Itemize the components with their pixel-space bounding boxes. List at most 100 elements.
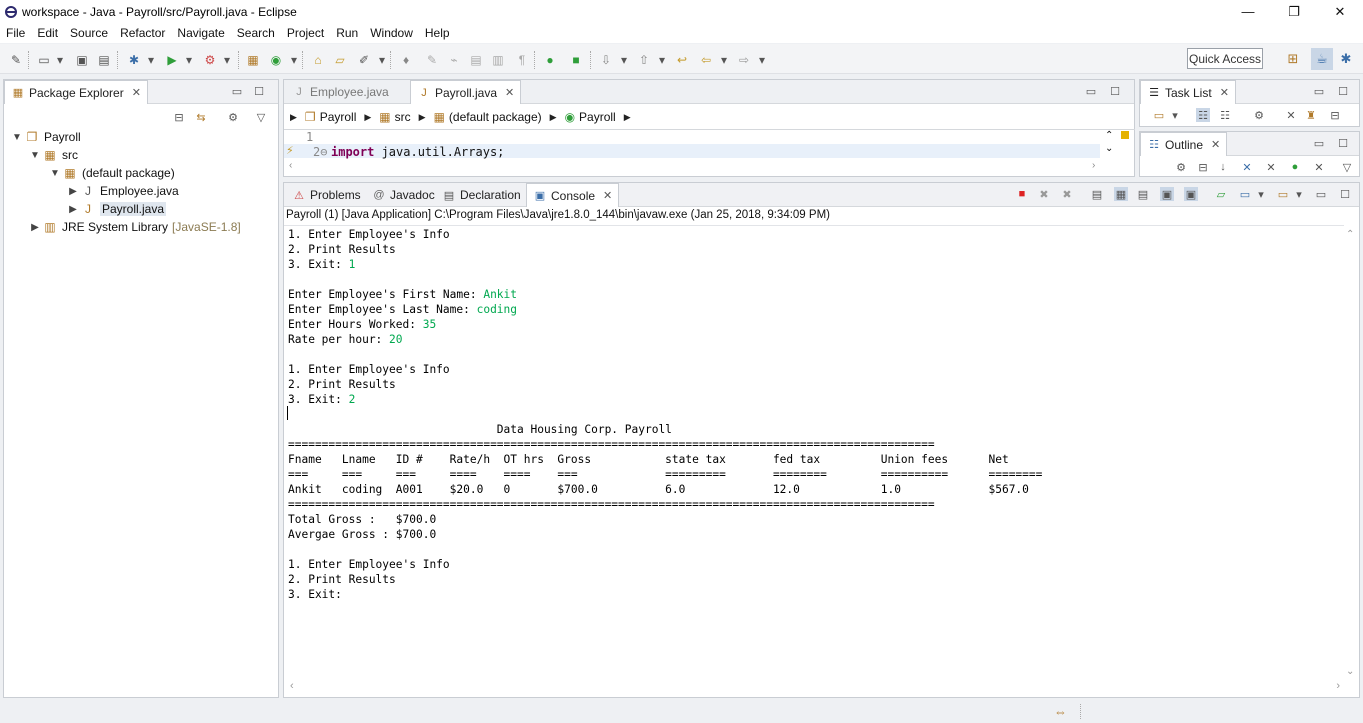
console-vertical-scrollbar[interactable]: ⌃ ⌄ (1344, 227, 1358, 679)
open-console-icon[interactable]: ▭ (1276, 187, 1290, 201)
new-task-icon[interactable]: ▭ (1152, 108, 1166, 122)
dropdown-arrow-icon[interactable]: ▾ (654, 52, 670, 68)
tab-package-explorer[interactable]: ▦ Package Explorer ✕ (4, 80, 148, 104)
debug-icon[interactable]: ✱ (126, 52, 142, 68)
debug-perspective-icon[interactable]: ✱ (1335, 48, 1357, 70)
close-icon[interactable]: ✕ (1220, 86, 1229, 99)
quick-fix-icon[interactable]: ⚡ (286, 144, 294, 157)
clear-console-icon[interactable]: ▤ (1090, 187, 1104, 201)
tree-item-employee-java[interactable]: ▶ J Employee.java (66, 182, 179, 200)
close-icon[interactable]: ✕ (1211, 138, 1220, 151)
new-icon[interactable]: ▭ (36, 52, 52, 68)
terminal-icon[interactable]: ■ (568, 52, 584, 68)
view-menu-icon[interactable]: ▽ (1340, 160, 1354, 174)
scroll-down-icon[interactable]: ⌄ (1105, 143, 1113, 154)
restore-button[interactable]: ❐ (1271, 0, 1317, 23)
scroll-up-icon[interactable]: ⌃ (1346, 229, 1354, 240)
progress-icon[interactable]: ⇔ (1054, 704, 1067, 719)
tree-item-default-package[interactable]: ▼ ▦ (default package) (48, 164, 175, 182)
dropdown-arrow-icon[interactable]: ▾ (1168, 108, 1182, 122)
whitespace-icon[interactable]: ▥ (490, 52, 506, 68)
remove-launch-icon[interactable]: ✖ (1037, 187, 1051, 201)
dropdown-arrow-icon[interactable]: ▾ (754, 52, 770, 68)
dropdown-arrow-icon[interactable]: ▾ (616, 52, 632, 68)
green-dot-icon[interactable]: ● (542, 52, 558, 68)
search-icon[interactable]: ✐ (356, 52, 372, 68)
collapsed-icon[interactable]: ▶ (66, 204, 80, 215)
menu-search[interactable]: Search (231, 26, 281, 40)
show-on-stderr-icon[interactable]: ▣ (1184, 187, 1198, 201)
close-icon[interactable]: ✕ (603, 189, 612, 202)
view-menu-icon[interactable]: ▽ (254, 110, 268, 124)
menu-run[interactable]: Run (330, 26, 364, 40)
hide-static-icon[interactable]: ✕ (1264, 160, 1278, 174)
dropdown-arrow-icon[interactable]: ▾ (219, 52, 235, 68)
tree-item-src[interactable]: ▼ ▦ src (28, 146, 78, 164)
minimize-view-icon[interactable]: ▭ (230, 84, 244, 98)
show-on-stdout-icon[interactable]: ▣ (1160, 187, 1174, 201)
menu-source[interactable]: Source (64, 26, 114, 40)
hide-completed-icon[interactable]: ✕ (1284, 108, 1298, 122)
collapsed-icon[interactable]: ▶ (66, 186, 80, 197)
scroll-lock-icon[interactable]: ▦ (1114, 187, 1128, 201)
open-type-icon[interactable]: ⌂ (310, 52, 326, 68)
minimize-view-icon[interactable]: ▭ (1312, 136, 1326, 150)
collapse-all-icon[interactable]: ⊟ (1196, 160, 1210, 174)
dropdown-arrow-icon[interactable]: ▾ (286, 52, 302, 68)
word-wrap-icon[interactable]: ▤ (1136, 187, 1150, 201)
close-icon[interactable]: ✕ (132, 86, 141, 99)
dropdown-arrow-icon[interactable]: ▾ (1292, 187, 1306, 201)
quick-access-input[interactable]: Quick Access (1187, 48, 1263, 69)
tab-outline[interactable]: ☷ Outline ✕ (1140, 132, 1228, 156)
menu-navigate[interactable]: Navigate (171, 26, 230, 40)
run-icon[interactable]: ▶ (164, 52, 180, 68)
close-icon[interactable]: ✕ (505, 86, 514, 99)
tree-item-jre-library[interactable]: ▶ ▥ JRE System Library [JavaSE-1.8] (28, 218, 241, 236)
maximize-view-icon[interactable]: ☐ (1336, 84, 1350, 98)
last-edit-icon[interactable]: ↩ (674, 52, 690, 68)
tab-problems[interactable]: ⚠ Problems (286, 183, 367, 207)
maximize-view-icon[interactable]: ☐ (1108, 84, 1122, 98)
dropdown-arrow-icon[interactable]: ▾ (374, 52, 390, 68)
minimize-view-icon[interactable]: ▭ (1084, 84, 1098, 98)
new-package-icon[interactable]: ▦ (245, 52, 261, 68)
pilcrow-icon[interactable]: ¶ (514, 52, 530, 68)
minimize-view-icon[interactable]: ▭ (1314, 187, 1328, 201)
save-all-icon[interactable]: ▤ (96, 52, 112, 68)
hide-local-types-icon[interactable]: ✕ (1312, 160, 1326, 174)
breadcrumb-project[interactable]: Payroll (320, 110, 357, 124)
focus-icon[interactable]: ♜ (1304, 108, 1318, 122)
pin-icon[interactable]: ✎ (8, 52, 24, 68)
expanded-icon[interactable]: ▼ (10, 132, 24, 143)
scroll-right-icon[interactable]: › (1092, 160, 1095, 171)
menu-refactor[interactable]: Refactor (114, 26, 171, 40)
scroll-left-icon[interactable]: ‹ (289, 160, 292, 171)
prev-annotation-icon[interactable]: ⇧ (636, 52, 652, 68)
console-output[interactable]: 1. Enter Employee's Info 2. Print Results… (288, 227, 1042, 602)
breadcrumb-class[interactable]: Payroll (579, 110, 616, 124)
next-annotation-icon[interactable]: ⇩ (598, 52, 614, 68)
scroll-right-icon[interactable]: › (1336, 680, 1340, 692)
link-with-editor-icon[interactable]: ⇆ (194, 110, 208, 124)
remove-all-terminated-icon[interactable]: ✖ (1060, 187, 1074, 201)
collapse-all-icon[interactable]: ⊟ (1328, 108, 1342, 122)
dropdown-arrow-icon[interactable]: ▾ (1254, 187, 1268, 201)
scroll-down-icon[interactable]: ⌄ (1346, 666, 1354, 677)
filter-icon[interactable]: ⚙ (1174, 160, 1188, 174)
code-line-2[interactable]: import java.util.Arrays; (331, 145, 504, 159)
dropdown-arrow-icon[interactable]: ▾ (143, 52, 159, 68)
menu-project[interactable]: Project (281, 26, 330, 40)
tab-console[interactable]: ▣ Console ✕ (526, 183, 620, 207)
categorized-icon[interactable]: ☷ (1196, 108, 1210, 122)
scroll-left-icon[interactable]: ‹ (290, 680, 294, 692)
tree-item-project[interactable]: ▼ ❐ Payroll (10, 128, 81, 146)
link-icon[interactable]: ⌁ (446, 52, 462, 68)
open-perspective-icon[interactable]: ⊞ (1282, 48, 1304, 70)
pen-icon[interactable]: ✎ (424, 52, 440, 68)
tab-employee-java[interactable]: J Employee.java (286, 80, 395, 104)
back-icon[interactable]: ⇦ (698, 52, 714, 68)
maximize-view-icon[interactable]: ☐ (1336, 136, 1350, 150)
tab-task-list[interactable]: ☰ Task List ✕ (1140, 80, 1236, 104)
collapse-all-icon[interactable]: ⊟ (172, 110, 186, 124)
external-tools-icon[interactable]: ⚙ (202, 52, 218, 68)
